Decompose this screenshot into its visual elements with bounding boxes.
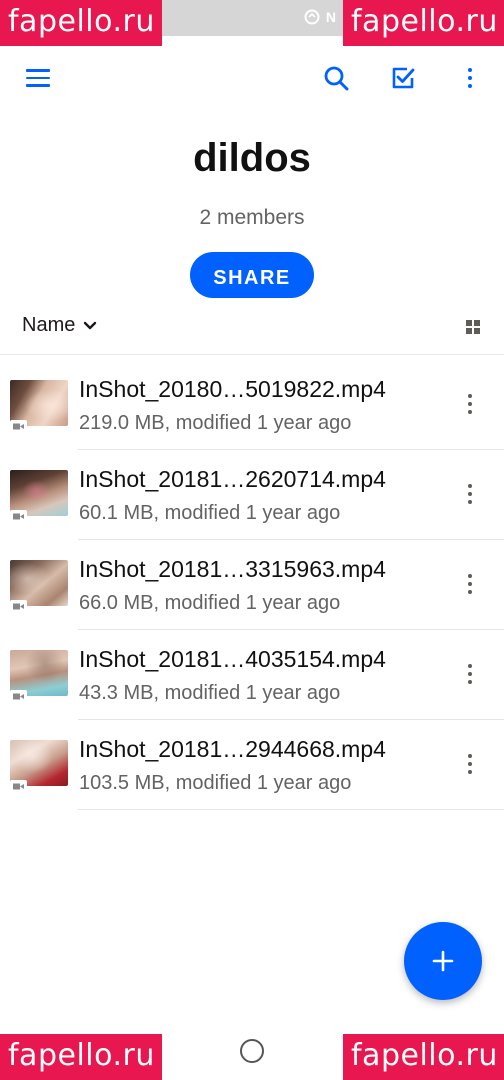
file-more-button[interactable]: [452, 654, 488, 694]
file-name: InShot_20181…4035154.mp4: [79, 646, 386, 672]
file-name: InShot_20181…2620714.mp4: [79, 466, 386, 492]
file-more-button[interactable]: [452, 564, 488, 604]
home-button[interactable]: [240, 1039, 264, 1063]
watermark-top-left: fapello.ru: [0, 0, 162, 46]
search-icon: [324, 66, 349, 91]
file-meta: 103.5 MB, modified 1 year ago: [79, 772, 352, 794]
network-icon: [304, 9, 320, 28]
file-row[interactable]: InShot_20181…2620714.mp4 60.1 MB, modifi…: [0, 450, 504, 540]
file-more-button[interactable]: [452, 384, 488, 424]
grid-view-toggle[interactable]: [463, 317, 483, 337]
sort-by-name-button[interactable]: Name: [22, 314, 97, 337]
status-icons: N: [304, 9, 336, 28]
share-button[interactable]: SHARE: [190, 252, 314, 298]
video-camera-icon: [10, 780, 27, 792]
file-meta: 66.0 MB, modified 1 year ago: [79, 592, 341, 614]
grid-view-icon: [466, 320, 480, 334]
file-row[interactable]: InShot_20181…2944668.mp4 103.5 MB, modif…: [0, 720, 504, 810]
nfc-icon: N: [325, 9, 336, 25]
file-meta: 219.0 MB, modified 1 year ago: [79, 412, 352, 434]
video-camera-icon: [10, 420, 27, 432]
video-camera-icon: [10, 690, 27, 702]
hamburger-menu-icon: [26, 69, 50, 87]
more-vertical-icon: [468, 574, 472, 594]
more-vertical-icon: [468, 394, 472, 414]
sort-label: Name: [22, 314, 76, 336]
file-row[interactable]: InShot_20181…4035154.mp4 43.3 MB, modifi…: [0, 630, 504, 720]
more-vertical-icon: [468, 484, 472, 504]
plus-icon: [432, 950, 454, 972]
video-camera-icon: [10, 510, 27, 522]
file-name: InShot_20180…5019822.mp4: [79, 376, 386, 402]
menu-button[interactable]: [18, 58, 58, 98]
dropbox-folder-screen: N fapello.ru fapello.ru dildos 2 members…: [0, 0, 504, 1080]
file-row[interactable]: InShot_20180…5019822.mp4 219.0 MB, modif…: [0, 360, 504, 450]
file-more-button[interactable]: [452, 474, 488, 514]
file-more-button[interactable]: [452, 744, 488, 784]
select-button[interactable]: [383, 58, 423, 98]
folder-title: dildos: [193, 136, 311, 180]
checkbox-select-icon: [392, 67, 415, 89]
more-vertical-icon: [468, 68, 472, 88]
more-vertical-icon: [468, 754, 472, 774]
file-row[interactable]: InShot_20181…3315963.mp4 66.0 MB, modifi…: [0, 540, 504, 630]
file-meta: 43.3 MB, modified 1 year ago: [79, 682, 341, 704]
watermark-bottom-right: fapello.ru: [343, 1034, 504, 1080]
file-meta: 60.1 MB, modified 1 year ago: [79, 502, 341, 524]
file-name: InShot_20181…3315963.mp4: [79, 556, 386, 582]
video-camera-icon: [10, 600, 27, 612]
add-button[interactable]: [404, 922, 482, 1000]
file-name: InShot_20181…2944668.mp4: [79, 736, 386, 762]
more-options-button[interactable]: [450, 58, 490, 98]
chevron-down-icon: [84, 321, 97, 329]
watermark-top-right: fapello.ru: [343, 0, 504, 46]
search-button[interactable]: [316, 58, 356, 98]
watermark-bottom-left: fapello.ru: [0, 1034, 162, 1080]
folder-members-count[interactable]: 2 members: [0, 206, 504, 230]
more-vertical-icon: [468, 664, 472, 684]
sort-bar: Name: [0, 302, 504, 355]
file-list: InShot_20180…5019822.mp4 219.0 MB, modif…: [0, 360, 504, 810]
